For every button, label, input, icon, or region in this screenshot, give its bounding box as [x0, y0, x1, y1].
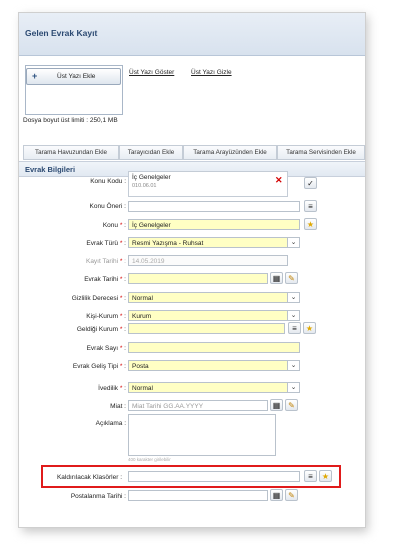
- gelis-tipi-label: Evrak Geliş Tipi * :: [72, 363, 126, 370]
- broom-icon[interactable]: ✎: [285, 399, 298, 411]
- evrak-tarihi-input[interactable]: [128, 273, 268, 284]
- ivedilik-label: İvedilik * :: [98, 385, 126, 392]
- konu-oneri-label: Konu Öneri :: [89, 203, 127, 210]
- star-icon[interactable]: ★: [303, 322, 316, 334]
- kayit-tarihi-input: 14.05.2019: [128, 255, 288, 266]
- list-icon[interactable]: ≡: [288, 322, 301, 334]
- star-icon[interactable]: ★: [319, 470, 332, 482]
- postalanma-input[interactable]: [128, 490, 268, 501]
- chevron-down-icon: ⌄: [287, 361, 299, 370]
- scan-tabs: Tarama Havuzundan Ekle Tarayıcıdan Ekle …: [23, 145, 365, 160]
- chevron-down-icon: ⌄: [287, 293, 299, 302]
- tab-tarayici[interactable]: Tarayıcıdan Ekle: [119, 145, 183, 160]
- section-title: Evrak Bilgileri: [25, 165, 76, 174]
- file-size-limit: Dosya boyut üst limiti : 250,1 MB: [23, 117, 118, 124]
- evrak-sayi-label: Evrak Sayı * :: [86, 345, 126, 352]
- kayit-tarihi-label: Kayıt Tarihi * :: [85, 258, 126, 265]
- evrak-tarihi-label: Evrak Tarihi * :: [84, 276, 126, 283]
- miat-input[interactable]: Miat Tarihi GG.AA.YYYY: [128, 400, 268, 411]
- klasorler-label: Kaldırılacak Klasörler :: [56, 474, 122, 481]
- evrak-turu-label: Evrak Türü * :: [86, 240, 126, 247]
- ust-yazi-gizle-link[interactable]: Üst Yazı Gizle: [191, 69, 232, 76]
- kisi-kurum-select[interactable]: Kurum ⌄: [128, 310, 300, 321]
- konu-input[interactable]: İç Genelgeler: [128, 219, 300, 230]
- aciklama-textarea[interactable]: [128, 414, 276, 456]
- list-icon[interactable]: ≡: [304, 470, 317, 482]
- chevron-down-icon: ⌄: [287, 311, 299, 320]
- clear-icon[interactable]: ✕: [275, 175, 283, 186]
- konu-kodu-name: İç Genelgeler: [132, 174, 171, 181]
- klasorler-input[interactable]: [128, 471, 300, 482]
- ivedilik-select[interactable]: Normal ⌄: [128, 382, 300, 393]
- postalanma-label: Postalanma Tarihi :: [70, 493, 126, 500]
- ust-yazi-goster-link[interactable]: Üst Yazı Göster: [129, 69, 174, 76]
- list-icon[interactable]: ≡: [304, 200, 317, 212]
- chevron-down-icon: ⌄: [287, 238, 299, 247]
- konu-kodu-field[interactable]: İç Genelgeler 010.06.01 ✕: [128, 171, 288, 197]
- char-counter: 400 karakter girilebilir: [128, 457, 171, 462]
- miat-label: Miat :: [110, 403, 126, 410]
- gizlilik-label: Gizlilik Derecesi * :: [71, 295, 126, 302]
- tab-tarama-arayuzu[interactable]: Tarama Arayüzünden Ekle: [183, 145, 277, 160]
- konu-label: Konu * :: [102, 222, 126, 229]
- gizlilik-select[interactable]: Normal ⌄: [128, 292, 300, 303]
- broom-icon[interactable]: ✎: [285, 272, 298, 284]
- ust-yazi-ekle-button[interactable]: + Üst Yazı Ekle: [26, 68, 121, 85]
- star-icon[interactable]: ★: [304, 218, 317, 230]
- tab-tarama-servisi[interactable]: Tarama Servisinden Ekle: [277, 145, 365, 160]
- gelis-tipi-select[interactable]: Posta ⌄: [128, 360, 300, 371]
- plus-icon: +: [32, 71, 38, 81]
- title-bar: Gelen Evrak Kayıt: [19, 13, 365, 56]
- edit-check-icon[interactable]: ✓: [304, 177, 317, 189]
- konu-oneri-input[interactable]: [128, 201, 300, 212]
- aciklama-label: Açıklama :: [95, 420, 126, 427]
- geldigi-kurum-label: Geldiği Kurum * :: [76, 326, 126, 333]
- konu-kodu-code: 010.06.01: [132, 183, 157, 189]
- tab-tarama-havuzu[interactable]: Tarama Havuzundan Ekle: [23, 145, 119, 160]
- evrak-sayi-input[interactable]: [128, 342, 300, 353]
- geldigi-kurum-input[interactable]: [128, 323, 285, 334]
- broom-icon[interactable]: ✎: [285, 489, 298, 501]
- chevron-down-icon: ⌄: [287, 383, 299, 392]
- calendar-icon[interactable]: ▦: [270, 399, 283, 411]
- window-title: Gelen Evrak Kayıt: [25, 28, 98, 38]
- kisi-kurum-label: Kişi-Kurum * :: [86, 313, 126, 320]
- calendar-icon[interactable]: ▦: [270, 489, 283, 501]
- calendar-icon[interactable]: ▦: [270, 272, 283, 284]
- evrak-turu-select[interactable]: Resmi Yazışma - Ruhsat ⌄: [128, 237, 300, 248]
- konu-kodu-label: Konu Kodu :: [90, 178, 126, 185]
